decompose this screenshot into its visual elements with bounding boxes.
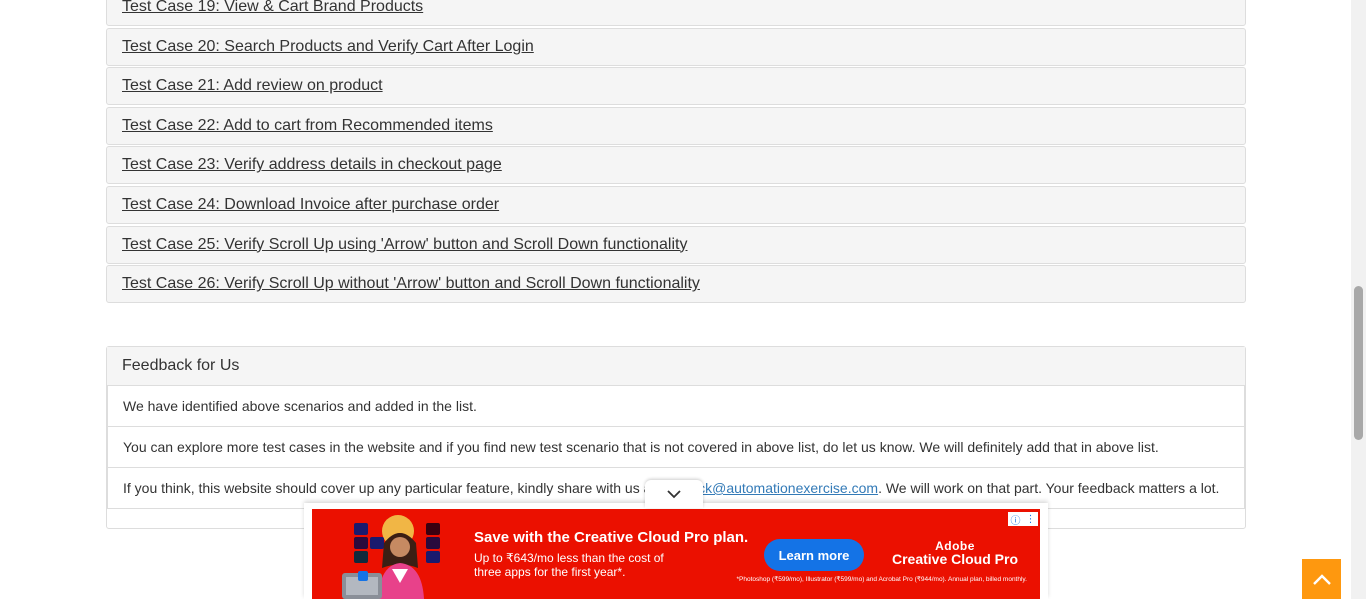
scroll-up-button[interactable] [1302,559,1341,599]
test-case-item: Test Case 23: Verify address details in … [106,146,1246,185]
test-case-link-20[interactable]: Test Case 20: Search Products and Verify… [122,38,534,56]
feedback-line-3-suffix: . We will work on that part. Your feedba… [878,480,1220,496]
scrollbar-thumb[interactable] [1354,286,1363,440]
test-case-link-26[interactable]: Test Case 26: Verify Scroll Up without '… [122,275,700,293]
adobe-ad-banner[interactable]: Save with the Creative Cloud Pro plan. U… [312,509,1040,599]
test-case-link-19[interactable]: Test Case 19: View & Cart Brand Products [122,0,423,16]
ad-learn-more-button[interactable]: Learn more [764,539,864,571]
test-case-link-22[interactable]: Test Case 22: Add to cart from Recommend… [122,117,493,135]
test-case-item: Test Case 19: View & Cart Brand Products [106,0,1246,26]
feedback-line-2: You can explore more test cases in the w… [107,427,1245,468]
chevron-down-icon [667,490,681,499]
more-vertical-icon[interactable]: ⋮ [1026,514,1036,525]
test-case-link-24[interactable]: Test Case 24: Download Invoice after pur… [122,196,499,214]
chevron-up-icon [1312,574,1331,585]
ad-collapse-button[interactable] [645,480,703,508]
ad-brand-line-2: Creative Cloud Pro [891,551,1019,567]
feedback-line-1: We have identified above scenarios and a… [107,386,1245,427]
feedback-title: Feedback for Us [107,347,1245,386]
ad-fineprint: *Photoshop (₹599/mo), Illustrator (₹599/… [736,576,1028,583]
test-case-item: Test Case 24: Download Invoice after pur… [106,185,1246,224]
feedback-line-3-prefix: If you think, this website should cover … [123,480,656,496]
test-case-link-21[interactable]: Test Case 21: Add review on product [122,77,383,95]
page-scrollbar[interactable] [1351,0,1366,599]
test-case-item: Test Case 22: Add to cart from Recommend… [106,106,1246,145]
ad-choices[interactable]: ⓘ ⋮ [1008,512,1038,527]
test-case-item: Test Case 25: Verify Scroll Up using 'Ar… [106,225,1246,264]
test-case-item: Test Case 20: Search Products and Verify… [106,27,1246,66]
test-case-item: Test Case 21: Add review on product [106,67,1246,106]
ad-subtext: Up to ₹643/mo less than the cost of thre… [474,551,664,579]
test-case-link-25[interactable]: Test Case 25: Verify Scroll Up using 'Ar… [122,236,687,254]
ad-container: Save with the Creative Cloud Pro plan. U… [304,503,1048,599]
test-case-item: Test Case 26: Verify Scroll Up without '… [106,265,1246,304]
test-case-link-23[interactable]: Test Case 23: Verify address details in … [122,156,502,174]
ad-headline: Save with the Creative Cloud Pro plan. [474,529,749,546]
ad-brand-logo: Adobe Creative Cloud Pro [890,539,1020,567]
page: Test Case 19: View & Cart Brand Products… [0,0,1366,599]
test-case-list: Test Case 19: View & Cart Brand Products… [106,0,1246,305]
ad-person-photo [342,515,440,599]
info-icon[interactable]: ⓘ [1011,512,1021,527]
